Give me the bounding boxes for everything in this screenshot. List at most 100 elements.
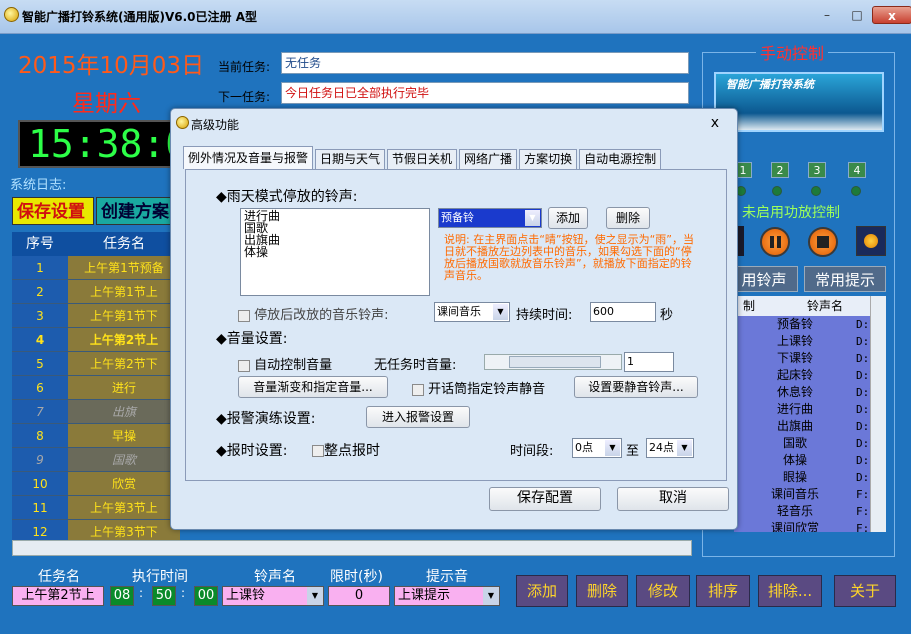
chevron-down-icon[interactable]: ▼ (493, 304, 508, 320)
channel-2[interactable]: 2 (771, 162, 789, 178)
chevron-down-icon[interactable]: ▼ (605, 440, 620, 456)
to-hour-select[interactable]: 24点 ▼ (646, 438, 694, 458)
hour-input[interactable]: 08 (110, 586, 134, 606)
rain-mode-title: ◆雨天模式停放的铃声: (216, 189, 358, 205)
volume-fade-button[interactable]: 音量渐变和指定音量... (238, 376, 388, 398)
dialog-close-icon[interactable]: x (711, 115, 719, 131)
table-row[interactable]: 8 早操 (12, 424, 180, 448)
list-item[interactable]: 休息铃 D:\ (734, 384, 886, 401)
duration-input[interactable]: 600 (590, 302, 656, 322)
close-button[interactable]: x (872, 6, 911, 24)
window-title: 智能广播打铃系统(通用版)V6.0已注册 A型 (22, 10, 257, 24)
maximize-button[interactable]: □ (844, 6, 870, 24)
stop-icon[interactable] (808, 227, 838, 257)
horizontal-scrollbar[interactable] (12, 540, 692, 556)
list-item[interactable]: 轻音乐 F:\ (734, 503, 886, 520)
table-row[interactable]: 6 进行 (12, 376, 180, 400)
tab-holiday-shutdown[interactable]: 节假日关机 (387, 149, 458, 169)
exclude-button[interactable]: 排除... (758, 575, 822, 607)
rain-delete-button[interactable]: 删除 (606, 207, 650, 229)
limit-input[interactable]: 0 (328, 586, 390, 606)
rain-ring-list[interactable]: 进行曲 国歌 出旗曲 体操 (240, 208, 430, 296)
app-icon (4, 7, 19, 22)
cancel-button[interactable]: 取消 (617, 487, 729, 511)
ring-table-scrollbar[interactable] (870, 296, 886, 532)
add-button[interactable]: 添加 (516, 575, 568, 607)
task-table: 序号 任务名 1 上午第1节预备 2 上午第1节上 3 上午第1节下 4 上午第2节上 … (12, 232, 180, 540)
list-item[interactable]: 出旗曲 (244, 234, 426, 246)
list-item[interactable]: 进行曲 (244, 210, 426, 222)
table-row[interactable]: 10 欣赏 (12, 472, 180, 496)
list-item[interactable]: 国歌 D:\ (734, 435, 886, 452)
rain-note: 说明: 在主界面点击“晴”按钮，使之显示为“雨”，当日就不播放左边列表中的音乐，… (444, 233, 694, 282)
ring-table: 制铃声名 预备铃 D:\ 上课铃 D:\ 下课铃 D:\ 起床铃 D:\ 休息铃 D:\ … (734, 296, 886, 532)
chevron-down-icon[interactable]: ▼ (525, 210, 540, 226)
task-name-input[interactable]: 上午第2节上 (12, 586, 104, 606)
second-input[interactable]: 00 (194, 586, 218, 606)
modify-button[interactable]: 修改 (636, 575, 690, 607)
list-item[interactable]: 课间音乐 F:\ (734, 486, 886, 503)
delete-button[interactable]: 删除 (576, 575, 628, 607)
auto-volume-checkbox[interactable] (238, 359, 250, 372)
volume-slider[interactable] (484, 354, 622, 370)
hourly-report-checkbox[interactable] (312, 445, 324, 457)
minimize-button[interactable]: – (814, 6, 840, 24)
channel-4[interactable]: 4 (848, 162, 866, 178)
tab-common-tips[interactable]: 常用提示 (804, 266, 886, 292)
channel-3[interactable]: 3 (808, 162, 826, 178)
list-item[interactable]: 预备铃 D:\ (734, 316, 886, 333)
tab-date-weather[interactable]: 日期与天气 (315, 149, 386, 169)
to-label: 至 (626, 444, 640, 459)
save-config-button[interactable]: 保存配置 (489, 487, 601, 511)
list-item[interactable]: 下课铃 D:\ (734, 350, 886, 367)
replace-checkbox[interactable] (238, 309, 250, 322)
banner-image: 智能广播打铃系统 (714, 72, 884, 132)
list-item[interactable]: 课间欣赏 F:\ (734, 520, 886, 532)
table-row[interactable]: 1 上午第1节预备 (12, 256, 180, 280)
tip-select[interactable]: 上课提示 ▼ (394, 586, 500, 606)
table-row[interactable]: 3 上午第1节下 (12, 304, 180, 328)
replace-ring-select[interactable]: 课间音乐 ▼ (434, 302, 510, 322)
rain-ring-select[interactable]: 预备铃 ▼ (438, 208, 542, 228)
from-hour-select[interactable]: 0点 ▼ (572, 438, 622, 458)
mic-mute-checkbox[interactable] (412, 383, 424, 396)
list-item[interactable]: 上课铃 D:\ (734, 333, 886, 350)
table-row[interactable]: 12 上午第3节下 (12, 520, 180, 540)
alarm-settings-button[interactable]: 进入报警设置 (366, 406, 470, 428)
about-button[interactable]: 关于 (834, 575, 896, 607)
tab-exception-volume-alarm[interactable]: 例外情况及音量与报警 (183, 146, 314, 169)
set-mute-ring-button[interactable]: 设置要静音铃声... (574, 376, 698, 398)
ring-select[interactable]: 上课铃 ▼ (222, 586, 324, 606)
table-row[interactable]: 4 上午第2节上 (12, 328, 180, 352)
table-row[interactable]: 7 出旗 (12, 400, 180, 424)
power-icon[interactable] (856, 226, 886, 256)
minute-input[interactable]: 50 (152, 586, 176, 606)
pause-icon[interactable] (760, 227, 790, 257)
channel-led (811, 186, 821, 196)
list-item[interactable]: 起床铃 D:\ (734, 367, 886, 384)
tab-network-broadcast[interactable]: 网络广播 (459, 149, 518, 169)
list-item[interactable]: 进行曲 D:\ (734, 401, 886, 418)
list-item[interactable]: 体操 (244, 246, 426, 258)
save-settings-button[interactable]: 保存设置 (12, 197, 94, 225)
sort-button[interactable]: 排序 (696, 575, 750, 607)
volume-title: ◆音量设置: (216, 331, 288, 347)
list-item[interactable]: 体操 D:\ (734, 452, 886, 469)
table-row[interactable]: 9 国歌 (12, 448, 180, 472)
task-name-label: 任务名 (38, 569, 80, 585)
chevron-down-icon[interactable]: ▼ (677, 440, 692, 456)
chevron-down-icon[interactable]: ▼ (307, 587, 323, 605)
list-item[interactable]: 出旗曲 D:\ (734, 418, 886, 435)
rain-add-button[interactable]: 添加 (548, 207, 588, 229)
replace-ring-row: 停放后改放的音乐铃声: (238, 304, 389, 323)
table-row[interactable]: 5 上午第2节下 (12, 352, 180, 376)
tab-plan-switch[interactable]: 方案切换 (519, 149, 578, 169)
idle-volume-value[interactable]: 1 (624, 352, 674, 372)
chevron-down-icon[interactable]: ▼ (483, 587, 499, 605)
tab-common-rings[interactable]: 用铃声 (730, 266, 798, 292)
list-item[interactable]: 眼操 D:\ (734, 469, 886, 486)
table-row[interactable]: 11 上午第3节上 (12, 496, 180, 520)
create-plan-button[interactable]: 创建方案 (96, 197, 176, 225)
tab-power-control[interactable]: 自动电源控制 (579, 149, 662, 169)
table-row[interactable]: 2 上午第1节上 (12, 280, 180, 304)
